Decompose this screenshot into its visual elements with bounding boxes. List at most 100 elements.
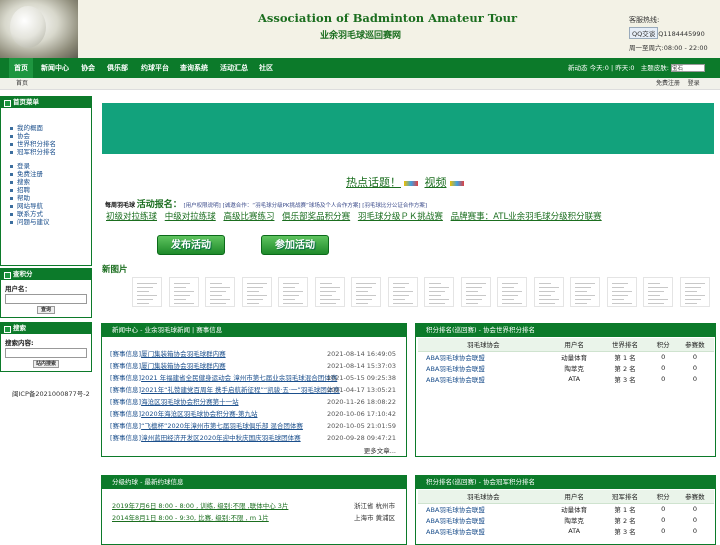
picture-thumbnail[interactable]	[533, 277, 564, 307]
news-title-link[interactable]: “飞檩杯”2020年漳州市第七届羽毛球俱乐部 混合团体赛	[141, 422, 303, 430]
booking-title-link[interactable]: 2014年8月1日 8:00 - 9:30, 比赛, 级别:不限 , m 1片	[112, 514, 269, 522]
news-title-link[interactable]: 2020年海沧区羽毛球协会积分赛-第九站	[141, 410, 257, 418]
rank-position: 第 2 名	[614, 364, 636, 373]
menu-item-login[interactable]: 登录	[10, 162, 91, 170]
news-category[interactable]: [赛事信息]	[110, 398, 141, 406]
picture-thumbnail[interactable]	[387, 277, 418, 307]
nav-query[interactable]: 查询系统	[180, 58, 208, 78]
rank-org[interactable]: ABA羽毛球协会联盟	[418, 351, 549, 362]
banner[interactable]	[102, 103, 714, 154]
site-header: Association of Badminton Amateur Tour 业余…	[0, 0, 720, 58]
query-button[interactable]: 查询	[37, 306, 55, 314]
cooperation-link[interactable]: [诚邀合作：“羽毛球分级PK挑战赛”球场及个人合作方案]	[223, 203, 361, 209]
more-articles-link[interactable]: 更多文章...	[364, 445, 396, 455]
nav-home[interactable]: 首页	[9, 58, 33, 78]
register-link[interactable]: 免费注册	[656, 80, 680, 87]
menu-item-overview[interactable]: 我的概面	[10, 124, 91, 132]
event-link[interactable]: 初级对拉练球	[106, 212, 157, 222]
rank-position: 第 1 名	[614, 353, 636, 362]
picture-thumbnail[interactable]	[424, 277, 454, 307]
nav-booking[interactable]: 约球平台	[141, 58, 169, 78]
menu-item-feedback[interactable]: 问题与建议	[10, 218, 91, 226]
site-search-button[interactable]: 站内搜索	[33, 360, 59, 368]
picture-thumbnail[interactable]	[351, 277, 381, 307]
hot-topic-link[interactable]: 热点话题！	[346, 176, 401, 189]
username-input[interactable]	[5, 294, 87, 304]
picture-thumbnail[interactable]	[643, 277, 673, 307]
search-label: 搜索内容:	[5, 339, 34, 347]
menu-item-jobs[interactable]: 招聘	[10, 186, 91, 194]
event-link[interactable]: 中级对拉练球	[165, 212, 216, 222]
news-category[interactable]: [赛事信息]	[110, 422, 141, 430]
picture-thumbnail[interactable]	[497, 277, 527, 307]
news-category[interactable]: [赛事信息]	[110, 434, 141, 442]
score-link[interactable]: [羽毛球比分公证合作方案]	[362, 203, 427, 209]
login-link[interactable]: 登录	[688, 80, 700, 87]
nav-news[interactable]: 新闻中心	[41, 58, 69, 78]
picture-thumbnail[interactable]	[460, 277, 491, 307]
picture-thumbnail[interactable]	[241, 277, 272, 307]
breadcrumb-home[interactable]: 首页	[16, 78, 28, 90]
picture-thumbnail[interactable]	[278, 277, 308, 307]
nav-activities[interactable]: 活动汇总	[220, 58, 248, 78]
menu-item-champion-rank[interactable]: 冠军积分排名	[10, 148, 91, 156]
news-title-link[interactable]: 海沧区羽毛球协会积分赛第十一站	[141, 398, 239, 406]
news-title-link[interactable]: 厦门集装箱协会羽毛球群内赛	[141, 350, 226, 358]
dynamic-count[interactable]: 新动态 今天:0 | 昨天:0	[568, 64, 635, 72]
picture-thumbnail[interactable]	[205, 277, 235, 307]
rank-org[interactable]: ABA羽毛球协会联盟	[418, 362, 549, 373]
event-link[interactable]: 羽毛球分级ＰＫ挑战赛	[358, 212, 443, 222]
news-title-link[interactable]: 漳州蓝田经济开发区2020年迎中秋庆国庆羽毛球团体赛	[141, 434, 301, 442]
rank-user[interactable]: 动量体育	[549, 351, 600, 362]
event-link[interactable]: 高级比赛练习	[223, 212, 274, 222]
qq-chat-button[interactable]: QQ交谈	[629, 27, 659, 39]
icp-record[interactable]: 闽ICP备2021000877号-2	[12, 388, 90, 398]
service-hours: 周一至周六:08:00 - 22:00	[629, 44, 708, 52]
rank-user[interactable]: 陶萃克	[549, 514, 600, 525]
news-category[interactable]: [赛事信息]	[110, 386, 141, 394]
rank-org[interactable]: ABA羽毛球协会联盟	[418, 373, 549, 384]
theme-select[interactable]: 宝石	[671, 64, 706, 72]
permission-link[interactable]: [用户权限说明]	[184, 203, 221, 209]
menu-item-sitemap[interactable]: 网站导航	[10, 202, 91, 210]
rank-user[interactable]: ATA	[549, 525, 600, 536]
rank-user[interactable]: ATA	[549, 373, 600, 384]
rank-org[interactable]: ABA羽毛球协会联盟	[418, 503, 549, 514]
picture-thumbnail[interactable]	[314, 277, 345, 307]
video-link[interactable]: 视频	[425, 176, 447, 189]
search-input[interactable]	[5, 348, 87, 358]
menu-item-contact[interactable]: 联系方式	[10, 210, 91, 218]
rank-user[interactable]: 陶萃克	[549, 362, 600, 373]
shuttlecock-logo-image[interactable]	[0, 0, 78, 58]
nav-community[interactable]: 社区	[259, 58, 273, 78]
menu-item-help[interactable]: 帮助	[10, 194, 91, 202]
picture-thumbnail[interactable]	[606, 277, 637, 307]
news-title-link[interactable]: 2021 年福建省全民健身运动会 漳州市第七届业余羽毛球混合团体赛	[141, 374, 337, 382]
news-category[interactable]: [赛事信息]	[110, 410, 141, 418]
event-link[interactable]: 品牌赛事：ATL业余羽毛球分级积分联赛	[451, 212, 602, 222]
nav-club[interactable]: 俱乐部	[107, 58, 128, 78]
picture-thumbnail[interactable]	[168, 277, 199, 307]
menu-item-association[interactable]: 协会	[10, 132, 91, 140]
booking-title-link[interactable]: 2019年7月6日 8:00 - 8:00 , 训练, 级别:不限 ,联体中心 …	[112, 502, 288, 510]
rank-org[interactable]: ABA羽毛球协会联盟	[418, 514, 549, 525]
menu-item-register[interactable]: 免费注册	[10, 170, 91, 178]
rank-user[interactable]: 动量体育	[549, 503, 600, 514]
nav-association[interactable]: 协会	[81, 58, 95, 78]
news-title-link[interactable]: 厦门集装箱协会羽毛球群内赛	[141, 362, 226, 370]
news-category[interactable]: [赛事信息]	[110, 374, 141, 382]
publish-activity-button[interactable]: 发布活动	[157, 235, 225, 255]
event-link[interactable]: 俱乐部奖品积分赛	[282, 212, 350, 222]
news-category[interactable]: [赛事信息]	[110, 362, 141, 370]
news-category[interactable]: [赛事信息]	[110, 350, 141, 358]
picture-thumbnail[interactable]	[132, 277, 162, 307]
news-title-link[interactable]: 2021年“礼赞建党百周年 携手启航新征程”“凯骏·五·一”羽毛球团体赛	[141, 386, 340, 394]
picture-thumbnail[interactable]	[679, 277, 710, 307]
picture-thumbnail[interactable]	[570, 277, 600, 307]
menu-item-world-rank[interactable]: 世界积分排名	[10, 140, 91, 148]
world-rank-title: 积分排名(巡回赛) - 协会世界积分排名	[416, 324, 715, 337]
menu-item-search[interactable]: 搜索	[10, 178, 91, 186]
rank-org[interactable]: ABA羽毛球协会联盟	[418, 525, 549, 536]
join-activity-button[interactable]: 参加活动	[261, 235, 329, 255]
activity-title: 活动报名：	[136, 200, 182, 210]
